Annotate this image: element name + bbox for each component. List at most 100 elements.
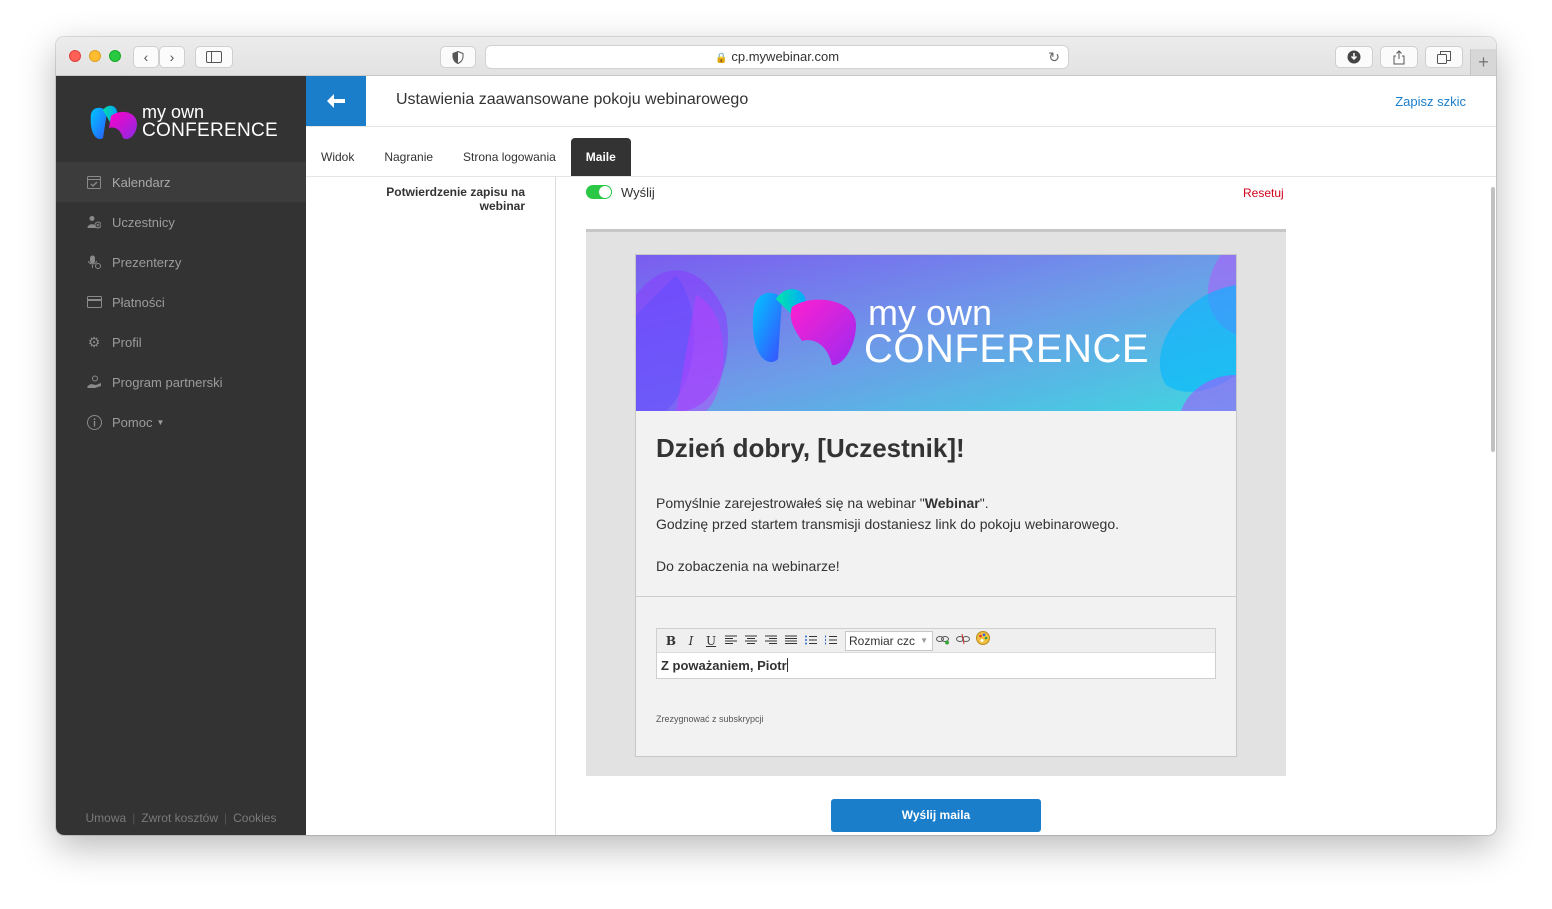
save-draft-button[interactable]: Zapisz szkic: [1395, 94, 1466, 109]
email-type-label[interactable]: Potwierdzenie zapisu na webinar: [365, 185, 525, 213]
sidebar-footer: Umowa | Zwrot kosztów | Cookies: [56, 811, 306, 825]
card-icon: [86, 294, 102, 310]
arrow-left-icon: [327, 94, 345, 108]
webinar-name: Webinar: [924, 495, 980, 511]
reload-icon[interactable]: ↻: [1048, 46, 1060, 68]
align-left-icon: [725, 635, 737, 644]
sidebar-item-platnosci[interactable]: Płatności: [56, 282, 306, 322]
tab-nagranie[interactable]: Nagranie: [369, 138, 448, 176]
send-email-button[interactable]: Wyślij maila: [831, 799, 1041, 832]
tab-strona-logowania[interactable]: Strona logowania: [448, 138, 571, 176]
signature-editor: B I U Rozmiar czc ▼ Z poważaniem, Piotr: [656, 628, 1216, 679]
insert-link-button[interactable]: [933, 631, 953, 651]
logo-mark-icon: [90, 105, 137, 140]
font-size-placeholder: Rozmiar czc: [849, 633, 916, 648]
address-bar[interactable]: 🔒 cp.mywebinar.com ↻: [485, 45, 1069, 69]
sidebar: my own CONFERENCE Kalendarz Uczestnicy P…: [56, 76, 306, 835]
sidebar-item-label: Kalendarz: [112, 174, 171, 190]
email-heading: Dzień dobry, [Uczestnik]!: [656, 433, 965, 463]
align-center-icon: [745, 635, 757, 644]
font-size-select[interactable]: Rozmiar czc ▼: [845, 630, 933, 651]
logo[interactable]: my own CONFERENCE: [89, 102, 279, 146]
sidebar-item-kalendarz[interactable]: Kalendarz: [56, 162, 306, 202]
link-icon: [936, 635, 949, 644]
chevron-down-icon: ▼: [920, 635, 928, 645]
email-body-line-3: Do zobaczenia na webinarze!: [656, 558, 840, 574]
new-tab-button[interactable]: +: [1470, 49, 1496, 75]
participants-icon: [86, 214, 102, 230]
unlink-icon: [956, 633, 970, 644]
send-toggle-label: Wyślij: [621, 185, 655, 200]
sidebar-item-label: Profil: [112, 334, 142, 350]
chevron-left-icon: ‹: [143, 49, 149, 65]
page-scrollbar[interactable]: [1491, 187, 1495, 452]
header-divider: [306, 126, 1496, 127]
calendar-icon: [86, 174, 102, 190]
underline-button[interactable]: U: [701, 631, 721, 651]
tabs-overview-button[interactable]: [1425, 46, 1463, 68]
align-left-button[interactable]: [721, 631, 741, 651]
minimize-window-button[interactable]: [89, 50, 101, 62]
sidebar-item-label: Uczestnicy: [112, 214, 175, 230]
text-caret: [786, 658, 788, 672]
close-window-button[interactable]: [69, 50, 81, 62]
numbered-list-button[interactable]: [821, 631, 841, 651]
share-button[interactable]: [1380, 46, 1418, 68]
bullet-list-button[interactable]: [801, 631, 821, 651]
bullet-list-icon: [805, 635, 817, 644]
tab-maile[interactable]: Maile: [570, 138, 631, 176]
logo-text-top: my own: [142, 102, 205, 122]
presenters-icon: [86, 254, 102, 270]
plus-icon: +: [1478, 52, 1489, 72]
email-divider: [636, 596, 1236, 597]
email-banner: my own CONFERENCE: [636, 255, 1236, 411]
email-body-line-2: Godzinę przed startem transmisji dostani…: [656, 516, 1120, 532]
signature-input[interactable]: Z poważaniem, Piotr: [657, 653, 1215, 678]
unsubscribe-link[interactable]: Zrezygnować z subskrypcji: [656, 714, 764, 724]
sidebar-item-prezenterzy[interactable]: Prezenterzy: [56, 242, 306, 282]
caret-down-icon: ▼: [156, 417, 165, 427]
email-card: my own CONFERENCE Dzień dobry, [Uczestni…: [635, 254, 1237, 757]
sidebar-item-profil[interactable]: ⚙ Profil: [56, 322, 306, 362]
email-type-column: Potwierdzenie zapisu na webinar: [306, 177, 556, 835]
italic-button[interactable]: I: [681, 631, 701, 651]
back-nav-button[interactable]: ‹: [133, 46, 159, 68]
footer-separator: |: [132, 811, 136, 825]
text-color-button[interactable]: [973, 630, 993, 651]
back-button[interactable]: [306, 76, 366, 126]
gear-icon: ⚙: [87, 333, 101, 350]
footer-link-cookies[interactable]: Cookies: [233, 811, 276, 825]
browser-toolbar: ‹ › 🔒 cp.mywebinar.com ↻ +: [56, 37, 1496, 76]
align-right-button[interactable]: [761, 631, 781, 651]
bold-button[interactable]: B: [661, 631, 681, 651]
forward-nav-button[interactable]: ›: [159, 46, 185, 68]
email-body-line-1: Pomyślnie zarejestrowałeś się na webinar…: [656, 493, 1119, 514]
share-icon: [1393, 50, 1405, 65]
remove-link-button[interactable]: [953, 631, 973, 651]
url-text: cp.mywebinar.com: [731, 49, 840, 64]
sidebar-nav: Kalendarz Uczestnicy Prezenterzy Płatnoś…: [56, 162, 306, 442]
privacy-report-button[interactable]: [440, 46, 476, 68]
align-justify-button[interactable]: [781, 631, 801, 651]
align-center-button[interactable]: [741, 631, 761, 651]
sidebar-toggle-button[interactable]: [195, 46, 233, 68]
footer-link-zwrot-kosztow[interactable]: Zwrot kosztów: [141, 811, 218, 825]
footer-link-umowa[interactable]: Umowa: [86, 811, 127, 825]
download-icon: [1347, 50, 1361, 64]
downloads-button[interactable]: [1335, 46, 1373, 68]
palette-icon: [976, 630, 990, 645]
sidebar-item-uczestnicy[interactable]: Uczestnicy: [56, 202, 306, 242]
footer-separator: |: [224, 811, 228, 825]
sidebar-item-label: Prezenterzy: [112, 254, 182, 270]
zoom-window-button[interactable]: [109, 50, 121, 62]
send-toggle[interactable]: [586, 185, 612, 199]
lock-icon: 🔒: [714, 53, 728, 64]
tab-widok[interactable]: Widok: [306, 138, 369, 176]
shield-icon: [452, 50, 464, 65]
sidebar-item-pomoc[interactable]: Pomoc ▼: [56, 402, 306, 442]
toggle-knob: [599, 186, 611, 198]
sidebar-item-program-partnerski[interactable]: Program partnerski: [56, 362, 306, 402]
settings-tabs: Widok Nagranie Strona logowania Maile: [306, 138, 631, 176]
sidebar-icon: [206, 51, 222, 63]
reset-button[interactable]: Resetuj: [1243, 186, 1284, 200]
